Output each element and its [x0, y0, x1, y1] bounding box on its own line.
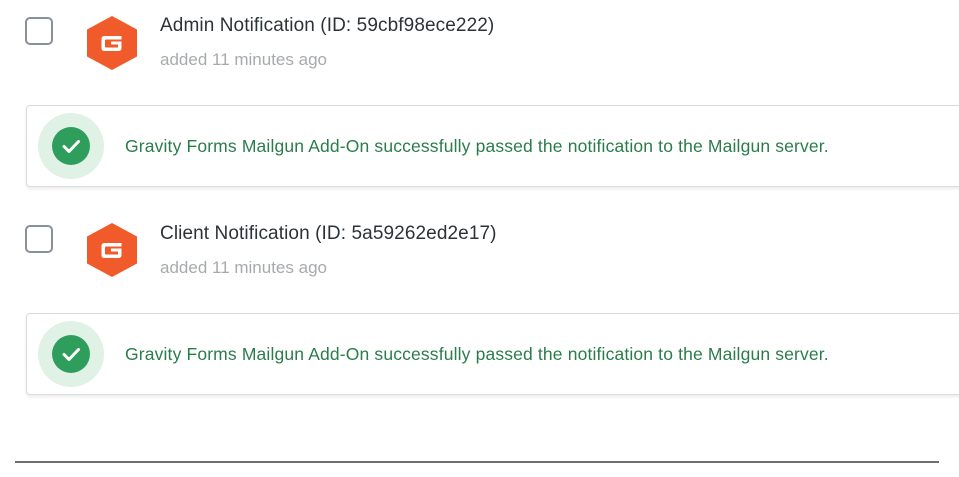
checkmark-circle-icon	[52, 127, 90, 165]
notification-timestamp: added 11 minutes ago	[160, 50, 327, 69]
success-notice: Gravity Forms Mailgun Add-On successfull…	[26, 313, 959, 395]
select-notification-checkbox[interactable]	[25, 225, 53, 253]
select-notification-checkbox[interactable]	[25, 17, 53, 45]
success-notice-text: Gravity Forms Mailgun Add-On successfull…	[125, 136, 829, 156]
gravity-forms-logo-icon	[85, 222, 139, 278]
success-icon-halo	[38, 113, 104, 179]
success-notice: Gravity Forms Mailgun Add-On successfull…	[26, 105, 959, 187]
notification-title: Admin Notification (ID: 59cbf98ece222)	[160, 15, 495, 36]
checkmark-circle-icon	[52, 335, 90, 373]
gravity-forms-logo-icon	[85, 15, 139, 71]
success-notice-text: Gravity Forms Mailgun Add-On successfull…	[125, 344, 829, 364]
divider	[15, 461, 939, 463]
notification-timestamp: added 11 minutes ago	[160, 258, 327, 277]
success-icon-halo	[38, 321, 104, 387]
notification-title: Client Notification (ID: 5a59262ed2e17)	[160, 223, 497, 244]
